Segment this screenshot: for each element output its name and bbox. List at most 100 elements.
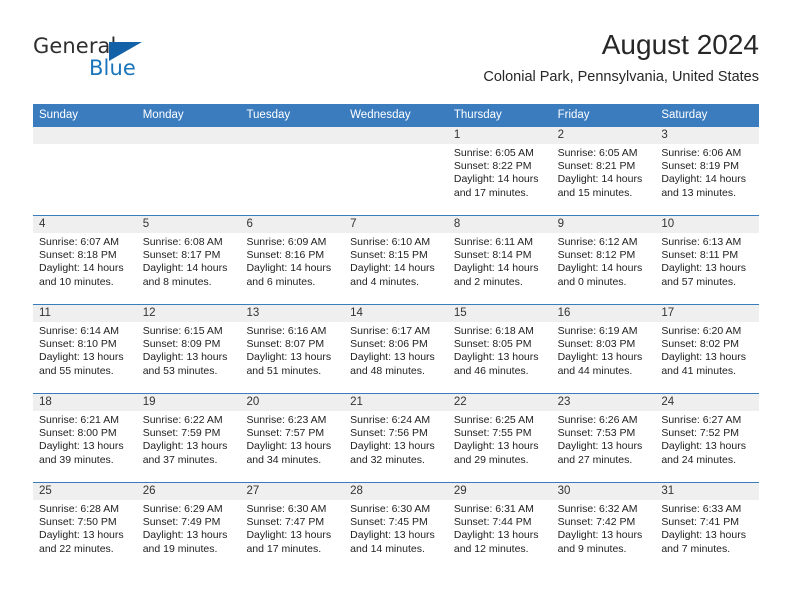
sunset-text: Sunset: 7:59 PM: [142, 427, 221, 440]
day-number: 14: [344, 305, 448, 322]
day-cell[interactable]: 25 Sunrise: 6:28 AM Sunset: 7:50 PM Dayl…: [33, 483, 137, 571]
sunrise-text: Sunrise: 6:12 AM: [557, 236, 638, 248]
day-number: [344, 127, 448, 144]
day-cell[interactable]: 20 Sunrise: 6:23 AM Sunset: 7:57 PM Dayl…: [240, 394, 345, 482]
sunrise-text: Sunrise: 6:14 AM: [39, 325, 119, 337]
daylight-text-line2: and 8 minutes.: [142, 275, 212, 288]
day-cell[interactable]: 16 Sunrise: 6:19 AM Sunset: 8:03 PM Dayl…: [551, 305, 656, 393]
daylight-text-line2: and 14 minutes.: [350, 542, 425, 555]
daylight-text-line2: and 13 minutes.: [661, 186, 737, 199]
day-info: Sunrise: 6:12 AM Sunset: 8:12 PM Dayligh…: [552, 233, 656, 289]
day-cell[interactable]: 21 Sunrise: 6:24 AM Sunset: 7:56 PM Dayl…: [344, 394, 448, 482]
weekday-friday: Friday: [557, 109, 590, 121]
day-cell[interactable]: 15 Sunrise: 6:18 AM Sunset: 8:05 PM Dayl…: [447, 305, 552, 393]
day-number: [240, 127, 345, 144]
sunset-text: Sunset: 7:57 PM: [246, 427, 325, 440]
sunrise-text: Sunrise: 6:33 AM: [661, 503, 742, 515]
daylight-text-line1: Daylight: 13 hours: [557, 529, 643, 542]
day-cell[interactable]: 6 Sunrise: 6:09 AM Sunset: 8:16 PM Dayli…: [240, 216, 345, 304]
day-number: 13: [240, 305, 345, 322]
day-cell[interactable]: 17 Sunrise: 6:20 AM Sunset: 8:02 PM Dayl…: [655, 305, 760, 393]
day-cell[interactable]: 2 Sunrise: 6:05 AM Sunset: 8:21 PM Dayli…: [551, 127, 656, 215]
day-number: [136, 127, 241, 144]
daylight-text-line2: and 46 minutes.: [453, 364, 529, 377]
day-info: Sunrise: 6:18 AM Sunset: 8:05 PM Dayligh…: [448, 322, 552, 378]
day-info: Sunrise: 6:30 AM Sunset: 7:47 PM Dayligh…: [240, 500, 344, 556]
daylight-text-line2: and 4 minutes.: [350, 275, 420, 288]
weekday-wednesday: Wednesday: [350, 109, 411, 121]
sunrise-text: Sunrise: 6:05 AM: [453, 147, 534, 159]
daylight-text-line1: Daylight: 14 hours: [557, 173, 643, 186]
day-number: 29: [447, 483, 552, 500]
daylight-text-line2: and 19 minutes.: [142, 542, 218, 555]
day-cell[interactable]: 14 Sunrise: 6:17 AM Sunset: 8:06 PM Dayl…: [344, 305, 448, 393]
day-cell[interactable]: [33, 127, 137, 215]
day-cell[interactable]: 31 Sunrise: 6:33 AM Sunset: 7:41 PM Dayl…: [655, 483, 760, 571]
week-row: 11 Sunrise: 6:14 AM Sunset: 8:10 PM Dayl…: [33, 304, 760, 393]
day-number: 11: [33, 305, 137, 322]
daylight-text-line2: and 53 minutes.: [142, 364, 218, 377]
sunset-text: Sunset: 7:41 PM: [661, 516, 739, 529]
daylight-text-line1: Daylight: 13 hours: [661, 440, 746, 453]
day-cell[interactable]: 4 Sunrise: 6:07 AM Sunset: 8:18 PM Dayli…: [33, 216, 137, 304]
daylight-text-line2: and 37 minutes.: [142, 453, 218, 466]
day-cell[interactable]: 22 Sunrise: 6:25 AM Sunset: 7:55 PM Dayl…: [447, 394, 552, 482]
day-number: 2: [551, 127, 656, 144]
sunset-text: Sunset: 7:52 PM: [661, 427, 739, 440]
daylight-text-line1: Daylight: 13 hours: [661, 262, 746, 275]
sunset-text: Sunset: 7:56 PM: [350, 427, 428, 440]
day-cell[interactable]: [344, 127, 448, 215]
daylight-text-line2: and 9 minutes.: [557, 542, 627, 555]
day-number: 25: [33, 483, 137, 500]
day-number: 1: [447, 127, 552, 144]
day-number: [33, 127, 137, 144]
day-cell[interactable]: 23 Sunrise: 6:26 AM Sunset: 7:53 PM Dayl…: [551, 394, 656, 482]
sunrise-text: Sunrise: 6:23 AM: [246, 414, 327, 426]
day-cell[interactable]: 18 Sunrise: 6:21 AM Sunset: 8:00 PM Dayl…: [33, 394, 137, 482]
sunset-text: Sunset: 8:03 PM: [557, 338, 636, 351]
day-cell[interactable]: 26 Sunrise: 6:29 AM Sunset: 7:49 PM Dayl…: [136, 483, 241, 571]
day-info: Sunrise: 6:10 AM Sunset: 8:15 PM Dayligh…: [344, 233, 448, 289]
sunset-text: Sunset: 7:42 PM: [557, 516, 636, 529]
sunset-text: Sunset: 8:02 PM: [661, 338, 739, 351]
generalblue-logo[interactable]: General Blue: [33, 34, 173, 84]
daylight-text-line2: and 17 minutes.: [246, 542, 322, 555]
sunrise-text: Sunrise: 6:32 AM: [557, 503, 638, 515]
day-number: 4: [33, 216, 137, 233]
day-cell[interactable]: 12 Sunrise: 6:15 AM Sunset: 8:09 PM Dayl…: [136, 305, 241, 393]
day-info: Sunrise: 6:05 AM Sunset: 8:21 PM Dayligh…: [552, 144, 656, 200]
day-cell[interactable]: 9 Sunrise: 6:12 AM Sunset: 8:12 PM Dayli…: [551, 216, 656, 304]
day-cell[interactable]: 3 Sunrise: 6:06 AM Sunset: 8:19 PM Dayli…: [655, 127, 760, 215]
day-cell[interactable]: 13 Sunrise: 6:16 AM Sunset: 8:07 PM Dayl…: [240, 305, 345, 393]
day-cell[interactable]: 1 Sunrise: 6:05 AM Sunset: 8:22 PM Dayli…: [447, 127, 552, 215]
sunset-text: Sunset: 8:09 PM: [142, 338, 221, 351]
daylight-text-line2: and 17 minutes.: [453, 186, 529, 199]
day-cell[interactable]: 27 Sunrise: 6:30 AM Sunset: 7:47 PM Dayl…: [240, 483, 345, 571]
day-number: 8: [447, 216, 552, 233]
daylight-text-line2: and 22 minutes.: [39, 542, 114, 555]
day-cell[interactable]: 29 Sunrise: 6:31 AM Sunset: 7:44 PM Dayl…: [447, 483, 552, 571]
day-cell[interactable]: [240, 127, 345, 215]
day-cell[interactable]: 24 Sunrise: 6:27 AM Sunset: 7:52 PM Dayl…: [655, 394, 760, 482]
sunrise-text: Sunrise: 6:28 AM: [39, 503, 119, 515]
day-info: [344, 144, 448, 147]
day-cell[interactable]: 30 Sunrise: 6:32 AM Sunset: 7:42 PM Dayl…: [551, 483, 656, 571]
daylight-text-line2: and 32 minutes.: [350, 453, 425, 466]
day-cell[interactable]: [136, 127, 241, 215]
day-info: Sunrise: 6:26 AM Sunset: 7:53 PM Dayligh…: [552, 411, 656, 467]
daylight-text-line2: and 39 minutes.: [39, 453, 114, 466]
day-info: Sunrise: 6:09 AM Sunset: 8:16 PM Dayligh…: [240, 233, 344, 289]
sunrise-text: Sunrise: 6:31 AM: [453, 503, 534, 515]
daylight-text-line1: Daylight: 13 hours: [142, 351, 228, 364]
weekday-thursday: Thursday: [453, 109, 502, 121]
day-cell[interactable]: 10 Sunrise: 6:13 AM Sunset: 8:11 PM Dayl…: [655, 216, 760, 304]
day-cell[interactable]: 19 Sunrise: 6:22 AM Sunset: 7:59 PM Dayl…: [136, 394, 241, 482]
day-cell[interactable]: 7 Sunrise: 6:10 AM Sunset: 8:15 PM Dayli…: [344, 216, 448, 304]
day-cell[interactable]: 28 Sunrise: 6:30 AM Sunset: 7:45 PM Dayl…: [344, 483, 448, 571]
sunrise-text: Sunrise: 6:19 AM: [557, 325, 638, 337]
daylight-text-line1: Daylight: 13 hours: [39, 440, 124, 453]
day-cell[interactable]: 8 Sunrise: 6:11 AM Sunset: 8:14 PM Dayli…: [447, 216, 552, 304]
daylight-text-line1: Daylight: 13 hours: [142, 529, 228, 542]
day-cell[interactable]: 11 Sunrise: 6:14 AM Sunset: 8:10 PM Dayl…: [33, 305, 137, 393]
day-cell[interactable]: 5 Sunrise: 6:08 AM Sunset: 8:17 PM Dayli…: [136, 216, 241, 304]
